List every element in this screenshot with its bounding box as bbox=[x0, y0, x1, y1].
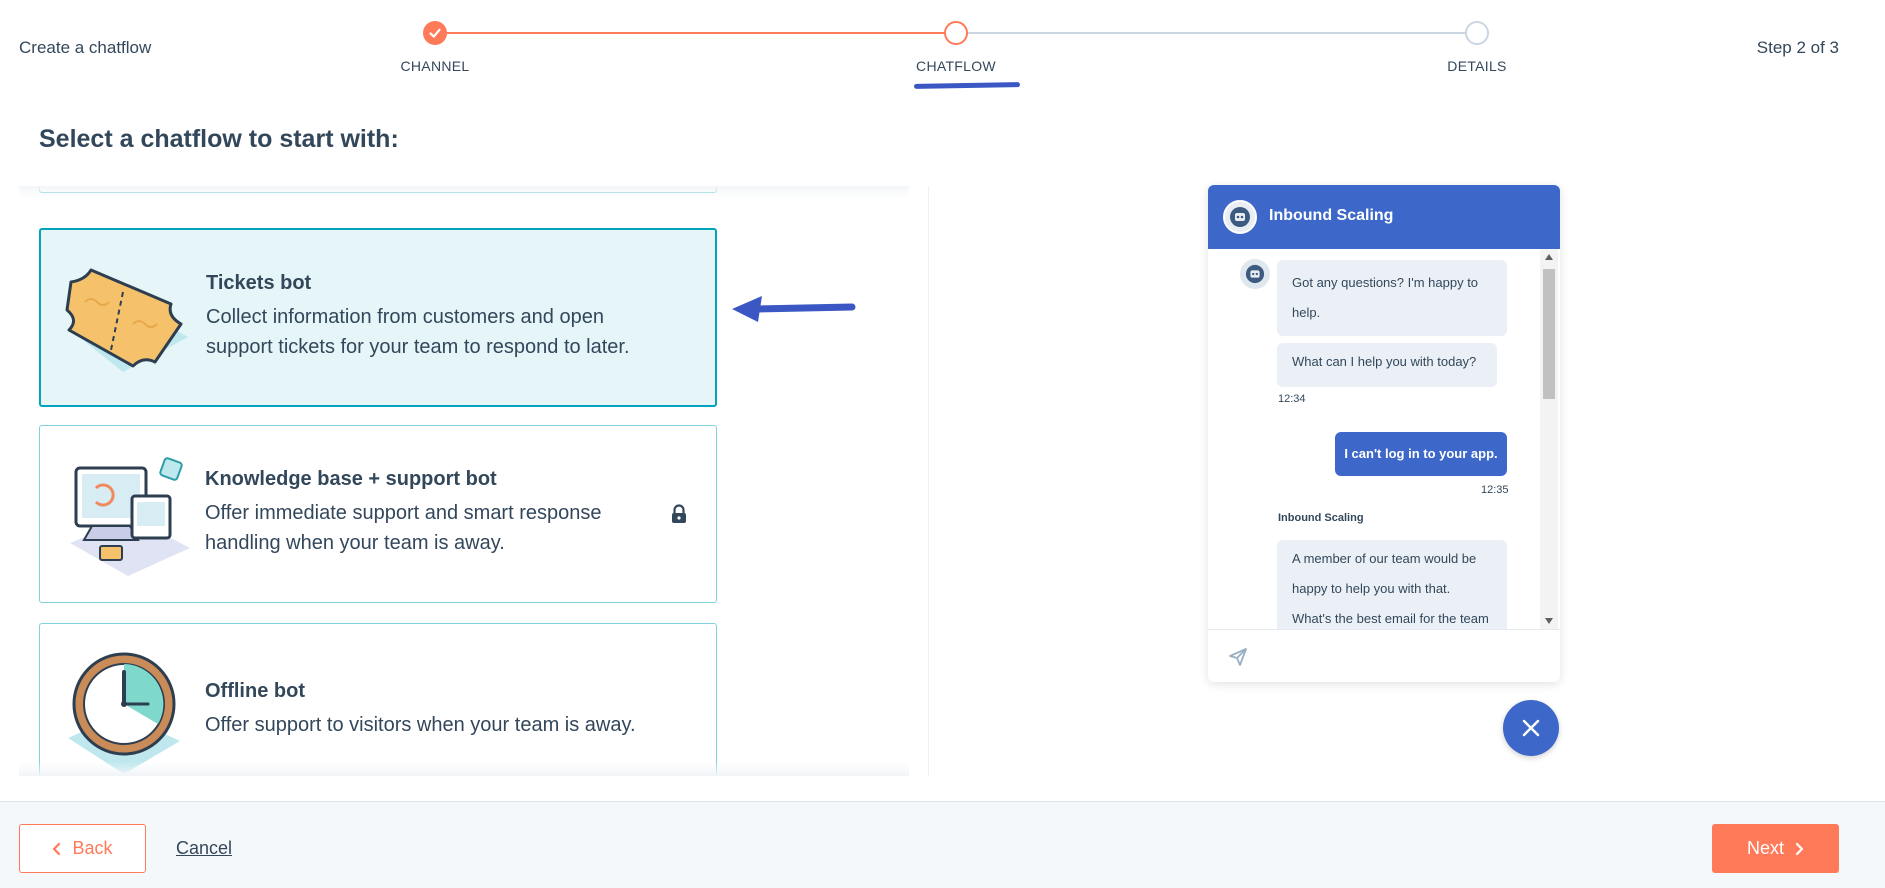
chat-close-button[interactable] bbox=[1503, 700, 1559, 756]
annotation-underline bbox=[913, 82, 1021, 89]
bot-avatar-icon bbox=[1223, 200, 1257, 234]
card-title-knowledge-base: Knowledge base + support bot bbox=[205, 468, 497, 490]
bot-message-reply: A member of our team would be happy to h… bbox=[1277, 540, 1507, 629]
message-sender-name: Inbound Scaling bbox=[1278, 512, 1364, 524]
user-message: I can't log in to your app. bbox=[1335, 432, 1507, 476]
scroll-down-arrow-icon[interactable] bbox=[928, 758, 929, 774]
next-button-label: Next bbox=[1746, 838, 1784, 858]
step-details-dot bbox=[1465, 21, 1489, 45]
chat-scroll-thumb[interactable] bbox=[1543, 269, 1555, 399]
step-label-chatflow: CHATFLOW bbox=[916, 58, 996, 74]
wizard-footer: Back Cancel Next bbox=[0, 801, 1885, 888]
chatflow-list[interactable]: Tickets bot Collect information from cus… bbox=[19, 186, 929, 776]
card-desc-knowledge-base: Offer immediate support and smart respon… bbox=[205, 502, 602, 554]
card-title-offline: Offline bot bbox=[205, 680, 305, 702]
chat-preview-header: Inbound Scaling bbox=[1208, 185, 1560, 249]
page-heading: Select a chatflow to start with: bbox=[39, 125, 399, 153]
chat-header-title: Inbound Scaling bbox=[1269, 207, 1394, 224]
bot-message-avatar-icon bbox=[1240, 259, 1270, 289]
bot-message-greeting: Got any questions? I'm happy to help. bbox=[1277, 260, 1507, 336]
card-desc-tickets: Collect information from customers and o… bbox=[206, 306, 630, 358]
stepper-line-completed bbox=[435, 32, 956, 34]
scroll-up-arrow-icon[interactable] bbox=[928, 188, 929, 204]
chatflow-card-knowledge-base[interactable]: Knowledge base + support bot Offer immed… bbox=[39, 425, 717, 603]
chat-preview-widget: Inbound Scaling Got any questions? I'm h… bbox=[1208, 185, 1560, 682]
chat-scroll-up-icon[interactable] bbox=[1544, 252, 1554, 262]
card-desc-offline: Offer support to visitors when your team… bbox=[205, 714, 636, 736]
annotation-arrow-icon bbox=[732, 296, 856, 322]
send-icon[interactable] bbox=[1228, 647, 1248, 667]
clock-icon bbox=[68, 652, 180, 774]
chatflow-card-offline[interactable]: Offline bot Offer support to visitors wh… bbox=[39, 623, 717, 776]
ticket-icon bbox=[65, 268, 188, 372]
wizard-header: Create a chatflow CHANNEL CHATFLOW DETAI… bbox=[0, 0, 1885, 100]
chat-messages: Got any questions? I'm happy to help. Wh… bbox=[1208, 249, 1560, 629]
user-message-timestamp: 12:35 bbox=[1481, 484, 1509, 496]
chatflow-card-tickets[interactable]: Tickets bot Collect information from cus… bbox=[39, 228, 717, 407]
chat-input-area[interactable] bbox=[1208, 629, 1560, 682]
computer-devices-icon bbox=[70, 457, 190, 576]
step-channel-check-icon[interactable] bbox=[423, 21, 447, 45]
step-counter: Step 2 of 3 bbox=[1756, 38, 1839, 57]
message-timestamp: 12:34 bbox=[1278, 393, 1306, 405]
lock-icon bbox=[672, 504, 686, 523]
chat-scrollbar[interactable] bbox=[1540, 249, 1558, 629]
list-scrollbar[interactable] bbox=[928, 186, 929, 776]
back-button[interactable]: Back bbox=[19, 824, 146, 873]
chat-scroll-down-icon[interactable] bbox=[1544, 616, 1554, 626]
step-label-channel[interactable]: CHANNEL bbox=[355, 58, 515, 74]
step-chatflow-dot bbox=[944, 21, 968, 45]
cancel-link[interactable]: Cancel bbox=[176, 838, 232, 859]
next-button[interactable]: Next bbox=[1712, 824, 1839, 873]
list-fade-top bbox=[19, 186, 909, 198]
close-icon bbox=[1522, 719, 1540, 737]
chevron-right-icon bbox=[1795, 842, 1804, 855]
back-button-label: Back bbox=[72, 838, 113, 858]
bot-message-question: What can I help you with today? bbox=[1277, 343, 1497, 387]
card-title-tickets: Tickets bot bbox=[206, 272, 312, 294]
chevron-left-icon bbox=[53, 842, 61, 855]
stepper-line-remaining bbox=[956, 32, 1477, 34]
list-fade-bottom bbox=[19, 762, 909, 776]
header-title: Create a chatflow bbox=[19, 38, 152, 57]
step-label-details: DETAILS bbox=[1447, 58, 1507, 74]
